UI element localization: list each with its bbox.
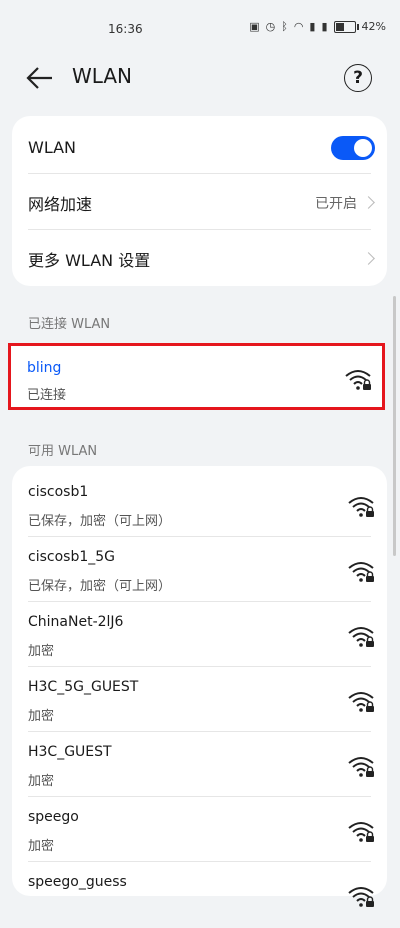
more-wlan-settings-label: 更多 WLAN 设置 <box>28 251 151 270</box>
network-item[interactable]: ChinaNet-2lJ6 加密 <box>12 604 387 668</box>
wifi-lock-icon <box>348 692 374 712</box>
wlan-label: WLAN <box>28 138 77 157</box>
network-name: ChinaNet-2lJ6 <box>28 614 124 630</box>
network-item[interactable]: ciscosb1 已保存，加密（可上网） <box>12 474 387 538</box>
wifi-lock-icon <box>345 370 371 390</box>
toggle-knob <box>354 139 372 157</box>
back-arrow-icon[interactable] <box>24 64 56 92</box>
network-boost-value: 已开启 <box>315 196 357 212</box>
scrollbar[interactable] <box>393 296 396 556</box>
header: WLAN ? <box>0 56 400 100</box>
network-item[interactable]: H3C_GUEST 加密 <box>12 734 387 798</box>
network-item[interactable]: speego 加密 <box>12 799 387 863</box>
wifi-lock-icon <box>348 627 374 647</box>
wlan-toggle[interactable] <box>331 136 375 160</box>
network-name: H3C_5G_GUEST <box>28 679 139 695</box>
available-networks-card: ciscosb1 已保存，加密（可上网） ciscosb1_5G 已保存，加密（可上网… <box>12 466 387 907</box>
network-boost-label: 网络加速 <box>28 195 93 214</box>
page-title: WLAN <box>72 64 133 88</box>
wlan-toggle-row[interactable]: WLAN <box>12 116 387 173</box>
chevron-right-icon <box>362 252 375 265</box>
signal-4g-icon: ▮ <box>309 20 316 33</box>
divider <box>28 536 371 537</box>
network-status: 已保存，加密（可上网） <box>28 514 172 529</box>
help-icon[interactable]: ? <box>344 64 372 92</box>
status-icons: ▣ ◷ ᛒ ◠ ▮ ▮ 42% <box>249 20 386 33</box>
connected-section-title: 已连接 WLAN <box>28 317 111 332</box>
available-section-title: 可用 WLAN <box>28 444 98 459</box>
more-wlan-settings-row[interactable]: 更多 WLAN 设置 <box>12 229 387 286</box>
divider <box>28 666 371 667</box>
network-item[interactable]: speego_guess <box>12 864 387 928</box>
wifi-lock-icon <box>348 887 374 907</box>
network-name: speego <box>28 809 79 825</box>
divider <box>28 796 371 797</box>
network-boost-row[interactable]: 网络加速 已开启 <box>12 173 387 229</box>
battery-icon <box>333 20 359 33</box>
battery-level: 42% <box>361 20 386 33</box>
status-time: 16:36 <box>108 22 143 36</box>
wlan-settings-card: WLAN 网络加速 已开启 更多 WLAN 设置 <box>12 116 387 286</box>
connected-network-item[interactable]: bling 已连接 <box>8 343 385 410</box>
status-bar: 16:36 ▣ ◷ ᛒ ◠ ▮ ▮ 42% <box>0 0 400 56</box>
network-status: 加密 <box>28 709 55 724</box>
network-name: speego_guess <box>28 874 127 890</box>
network-status: 加密 <box>28 774 55 789</box>
network-status: 已保存，加密（可上网） <box>28 579 172 594</box>
wifi-lock-icon <box>348 497 374 517</box>
connected-network-name: bling <box>27 360 62 376</box>
network-item[interactable]: ciscosb1_5G 已保存，加密（可上网） <box>12 539 387 603</box>
wifi-lock-icon <box>348 562 374 582</box>
bluetooth-icon: ᛒ <box>281 20 288 33</box>
alarm-icon: ◷ <box>265 20 276 33</box>
network-status: 加密 <box>28 839 55 854</box>
divider <box>28 601 371 602</box>
network-name: ciscosb1 <box>28 484 89 500</box>
network-name: H3C_GUEST <box>28 744 112 760</box>
network-status: 加密 <box>28 644 55 659</box>
divider <box>28 861 371 862</box>
divider <box>28 731 371 732</box>
signal-4g-icon: ▮ <box>321 20 328 33</box>
wifi-lock-icon <box>348 757 374 777</box>
network-name: ciscosb1_5G <box>28 549 115 565</box>
network-item[interactable]: H3C_5G_GUEST 加密 <box>12 669 387 733</box>
nfc-icon: ▣ <box>249 20 260 33</box>
wifi-icon: ◠ <box>293 20 304 33</box>
connected-network-status: 已连接 <box>27 388 67 403</box>
chevron-right-icon <box>362 196 375 209</box>
wifi-lock-icon <box>348 822 374 842</box>
